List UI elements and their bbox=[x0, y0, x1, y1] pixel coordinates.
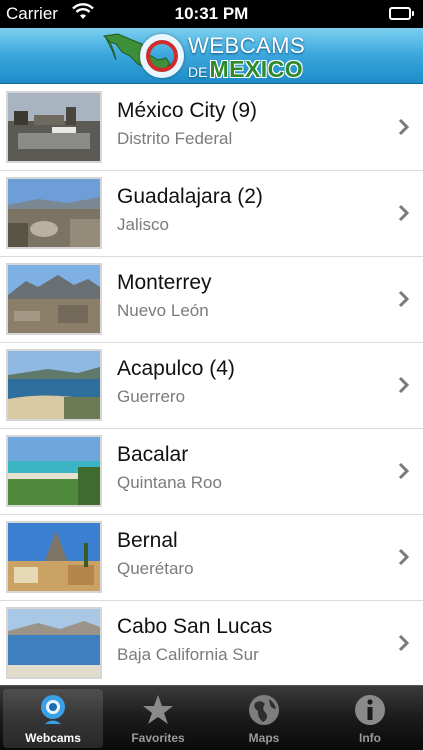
list-item[interactable]: Guadalajara (2) Jalisco bbox=[0, 171, 423, 257]
city-name: Bacalar bbox=[117, 443, 189, 466]
logo-de: DE bbox=[188, 64, 208, 80]
city-name: Bernal bbox=[117, 529, 178, 552]
info-icon bbox=[355, 695, 385, 725]
tab-label: Maps bbox=[248, 731, 280, 745]
city-name: Acapulco (4) bbox=[117, 357, 235, 380]
state-name: Baja California Sur bbox=[117, 645, 259, 664]
webcam-thumbnail bbox=[6, 607, 102, 679]
city-name: Cabo San Lucas bbox=[117, 615, 273, 638]
webcams-de-mexico-logo: WEBCAMS DEMEXICO bbox=[102, 30, 322, 82]
tab-bar: Webcams Favorites Maps Info bbox=[0, 685, 423, 750]
city-name: Monterrey bbox=[117, 271, 212, 294]
chevron-right-icon bbox=[398, 462, 410, 480]
list-item[interactable]: Acapulco (4) Guerrero bbox=[0, 343, 423, 429]
webcam-thumbnail bbox=[6, 435, 102, 507]
list-item[interactable]: Bacalar Quintana Roo bbox=[0, 429, 423, 515]
logo-mexico: MEXICO bbox=[209, 56, 304, 82]
chevron-right-icon bbox=[398, 290, 410, 308]
chevron-right-icon bbox=[398, 118, 410, 136]
webcam-icon bbox=[41, 695, 65, 724]
list-item[interactable]: Monterrey Nuevo León bbox=[0, 257, 423, 343]
star-icon bbox=[143, 695, 173, 724]
chevron-right-icon bbox=[398, 376, 410, 394]
state-name: Querétaro bbox=[117, 559, 194, 578]
tab-label: Info bbox=[359, 731, 381, 745]
webcam-thumbnail bbox=[6, 91, 102, 163]
city-name: Guadalajara (2) bbox=[117, 185, 263, 208]
tab-maps[interactable]: Maps bbox=[214, 689, 314, 748]
list-item[interactable]: México City (9) Distrito Federal bbox=[0, 85, 423, 171]
webcam-thumbnail bbox=[6, 263, 102, 335]
webcam-list[interactable]: México City (9) Distrito Federal Guadala… bbox=[0, 85, 423, 685]
tab-favorites[interactable]: Favorites bbox=[108, 689, 208, 748]
chevron-right-icon bbox=[398, 634, 410, 652]
app-header: WEBCAMS DEMEXICO bbox=[0, 28, 423, 84]
list-item[interactable]: Cabo San Lucas Baja California Sur bbox=[0, 601, 423, 685]
battery-icon bbox=[389, 7, 414, 20]
logo-line2: DEMEXICO bbox=[188, 56, 303, 83]
globe-icon bbox=[249, 695, 279, 725]
list-item[interactable]: Bernal Querétaro bbox=[0, 515, 423, 601]
tab-label: Webcams bbox=[25, 731, 81, 745]
state-name: Guerrero bbox=[117, 387, 186, 406]
tab-info[interactable]: Info bbox=[320, 689, 420, 748]
webcam-thumbnail bbox=[6, 349, 102, 421]
webcam-lens-icon bbox=[140, 34, 184, 78]
tab-label: Favorites bbox=[131, 731, 185, 745]
city-name: México City (9) bbox=[117, 99, 258, 122]
tab-webcams[interactable]: Webcams bbox=[3, 689, 103, 748]
chevron-right-icon bbox=[398, 204, 410, 222]
state-name: Jalisco bbox=[117, 215, 169, 234]
state-name: Distrito Federal bbox=[117, 129, 233, 148]
webcam-thumbnail bbox=[6, 177, 102, 249]
state-name: Quintana Roo bbox=[117, 473, 222, 492]
state-name: Nuevo León bbox=[117, 301, 209, 320]
chevron-right-icon bbox=[398, 548, 410, 566]
status-bar: Carrier 10:31 PM bbox=[0, 0, 423, 28]
webcam-thumbnail bbox=[6, 521, 102, 593]
clock: 10:31 PM bbox=[174, 4, 249, 23]
